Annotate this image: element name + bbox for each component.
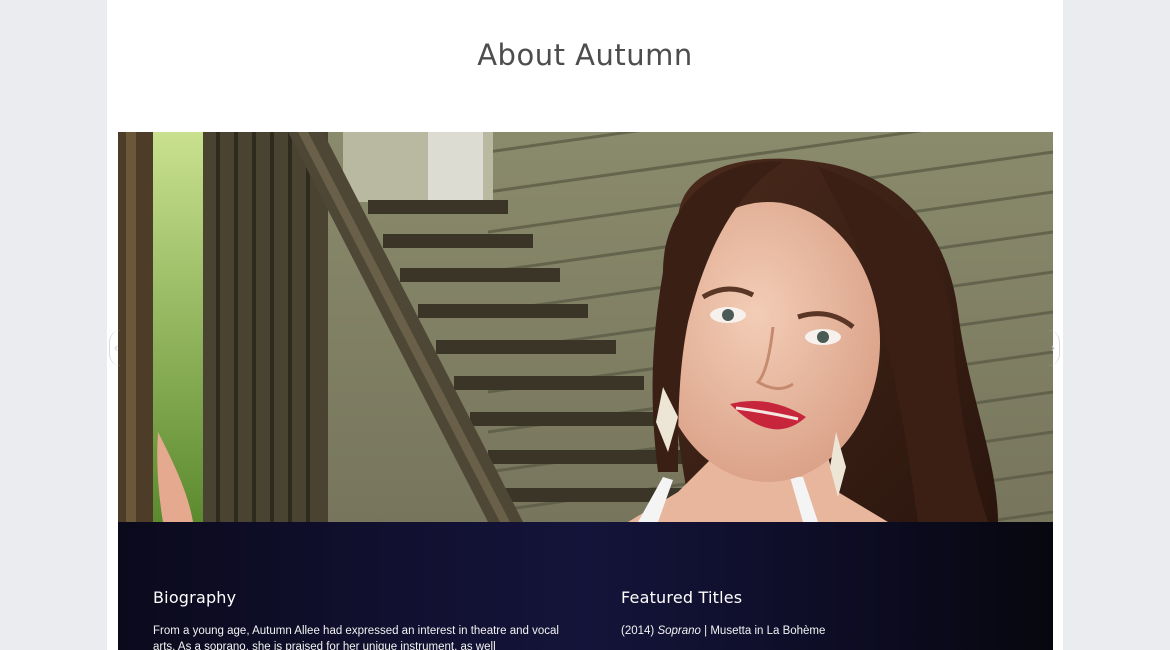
page-title: About Autumn xyxy=(477,38,693,72)
portrait-photo xyxy=(118,132,1053,522)
featured-titles-section: Featured Titles (2014) Soprano | Musetta… xyxy=(621,588,1041,639)
featured-title-item: (2014) Soprano | Musetta in La Bohème xyxy=(621,623,1041,639)
carousel-prev-button[interactable]: ‹ xyxy=(109,330,122,366)
biography-text: From a young age, Autumn Allee had expre… xyxy=(153,625,559,650)
featured-title-year: (2014) xyxy=(621,625,655,637)
featured-title-role-type: Soprano xyxy=(657,625,701,637)
featured-title-separator: | xyxy=(704,625,708,637)
biography-section: Biography From a young age, Autumn Allee… xyxy=(153,588,573,650)
featured-title-role: Musetta in La Bohème xyxy=(710,625,826,637)
biography-heading: Biography xyxy=(153,588,237,607)
featured-titles-heading: Featured Titles xyxy=(621,588,743,607)
chevron-left-icon: ‹ xyxy=(113,341,119,355)
info-panel: Biography From a young age, Autumn Allee… xyxy=(118,522,1053,650)
photo-carousel[interactable] xyxy=(118,132,1053,522)
chevron-right-icon: › xyxy=(1050,341,1056,355)
content-page: About Autumn Biography From a young age,… xyxy=(107,0,1063,650)
